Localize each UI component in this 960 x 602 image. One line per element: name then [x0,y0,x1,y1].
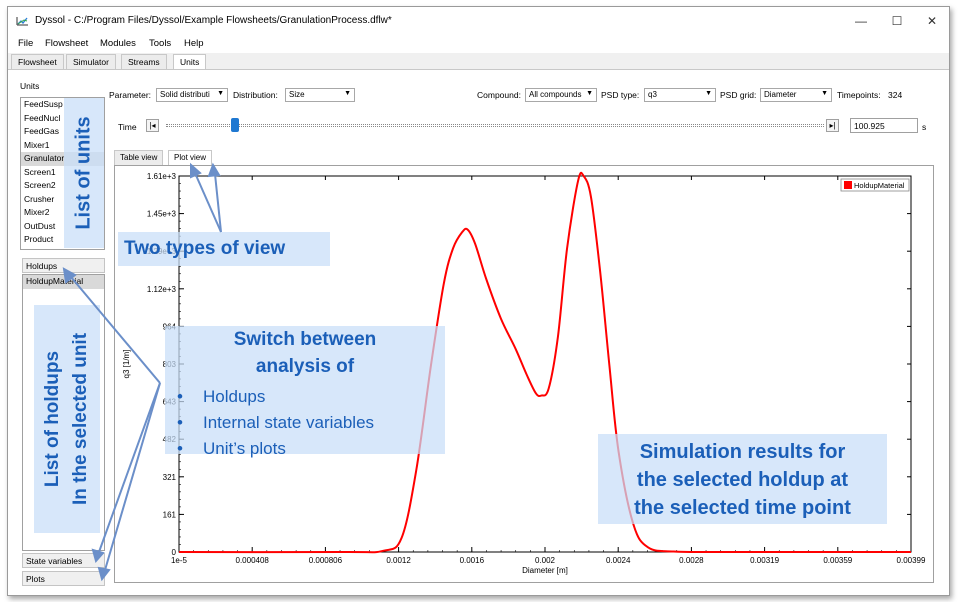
results-line3: the selected time point [634,497,851,519]
distribution-value: Size [289,90,305,99]
parameter-combo[interactable]: Solid distributi ▼ [156,88,228,102]
tab-simulator[interactable]: Simulator [66,54,116,69]
app-window: Dyssol - C:/Program Files/Dyssol/Example… [7,6,950,596]
psd-grid-value: Diameter [764,90,797,99]
switch-item-holdups: • Holdups [177,387,266,406]
menu-flowsheet[interactable]: Flowsheet [45,38,88,49]
x-axis-label: Diameter [m] [522,566,568,575]
menu-modules[interactable]: Modules [100,38,136,49]
window-title: Dyssol - C:/Program Files/Dyssol/Example… [35,15,392,26]
menu-help[interactable]: Help [184,38,204,49]
maximize-button[interactable]: ☐ [879,7,915,35]
y-tick-label: 1.61e+3 [147,172,177,181]
tab-flowsheet[interactable]: Flowsheet [11,54,64,69]
list-of-units-callout: List of units [64,98,104,248]
time-label: Time [118,122,137,132]
units-tab-content: Units FeedSusp FeedNucl FeedGas Mixer1 G… [8,69,949,595]
list-of-holdups-callout: List of holdups In the selected unit [34,305,100,533]
timepoints-value: 324 [888,90,903,100]
results-callout: Simulation results for the selected hold… [598,434,887,524]
switch-item-state-variables: • Internal state variables [177,413,375,432]
y-axis-label: q3 [1/m] [122,350,131,379]
switch-title-line2: analysis of [255,356,355,377]
time-slider-track[interactable] [166,124,824,127]
tab-plot-view[interactable]: Plot view [168,150,213,165]
x-tick-label: 0.00399 [897,556,926,565]
chevron-down-icon: ▼ [586,90,593,97]
psd-grid-label: PSD grid: [720,90,757,100]
legend-swatch [844,181,852,189]
switch-analysis-callout: Switch between analysis of • Holdups • Int… [165,326,445,458]
x-tick-label: 0.000408 [236,556,270,565]
results-line2: the selected holdup at [636,469,849,491]
slider-start-button[interactable]: |◂ [146,119,159,132]
timepoints-label: Timepoints: [837,90,881,100]
legend-label: HoldupMaterial [854,181,905,190]
holdup-item-selected[interactable]: HoldupMaterial [23,275,104,289]
state-variables-section-button[interactable]: State variables [22,553,105,568]
x-tick-label: 0.002 [535,556,556,565]
parameter-value: Solid distributi [160,90,210,99]
tab-units[interactable]: Units [173,54,207,70]
menu-bar: File Flowsheet Modules Tools Help [8,35,949,53]
x-tick-label: 0.0028 [679,556,704,565]
distribution-label: Distribution: [233,90,278,100]
dyssol-app-icon [16,15,29,26]
x-tick-label: 0.000806 [309,556,343,565]
time-unit: s [922,122,927,132]
title-bar: Dyssol - C:/Program Files/Dyssol/Example… [8,7,949,35]
x-tick-label: 0.0012 [386,556,411,565]
list-of-units-text: List of units [72,116,95,230]
y-tick-label: 161 [163,510,177,519]
time-input[interactable]: 100.925 [850,118,918,133]
holdups-callout-line1: List of holdups [42,350,63,488]
y-tick-label: 1.12e+3 [147,285,177,294]
menu-tools[interactable]: Tools [149,38,171,49]
tab-streams[interactable]: Streams [121,54,167,69]
chevron-down-icon: ▼ [344,90,351,97]
close-button[interactable]: ✕ [914,7,949,35]
psd-grid-combo[interactable]: Diameter ▼ [760,88,832,102]
x-tick-label: 0.00359 [823,556,852,565]
psd-type-value: q3 [648,90,657,99]
y-tick-label: 1.45e+3 [147,210,177,219]
x-tick-label: 0.0016 [460,556,485,565]
x-tick-label: 0.00319 [750,556,779,565]
chevron-down-icon: ▼ [705,90,712,97]
units-label: Units [20,81,40,91]
y-tick-label: 321 [163,473,177,482]
y-tick-label: 0 [172,548,177,557]
compound-label: Compound: [477,90,521,100]
compound-combo[interactable]: All compounds ▼ [525,88,597,102]
tab-table-view[interactable]: Table view [114,150,164,165]
switch-item-plots: • Unit’s plots [177,439,286,458]
holdups-callout-line2: In the selected unit [70,332,91,506]
chevron-down-icon: ▼ [217,90,224,97]
minimize-button[interactable]: — [843,7,879,35]
psd-type-combo[interactable]: q3 ▼ [644,88,716,102]
results-line1: Simulation results for [639,441,846,463]
psd-type-label: PSD type: [601,90,640,100]
plots-section-button[interactable]: Plots [22,571,105,586]
menu-file[interactable]: File [18,38,33,49]
two-types-of-view-callout: Two types of view [118,232,330,266]
holdups-section-button[interactable]: Holdups [22,258,105,273]
distribution-combo[interactable]: Size ▼ [285,88,355,102]
compound-value: All compounds [529,90,582,99]
switch-title-line1: Switch between [233,329,377,350]
x-tick-label: 1e-5 [171,556,188,565]
parameter-label: Parameter: [109,90,152,100]
x-tick-label: 0.0024 [606,556,631,565]
slider-end-button[interactable]: ▸| [826,119,839,132]
chevron-down-icon: ▼ [821,90,828,97]
time-slider-thumb[interactable] [231,118,239,132]
